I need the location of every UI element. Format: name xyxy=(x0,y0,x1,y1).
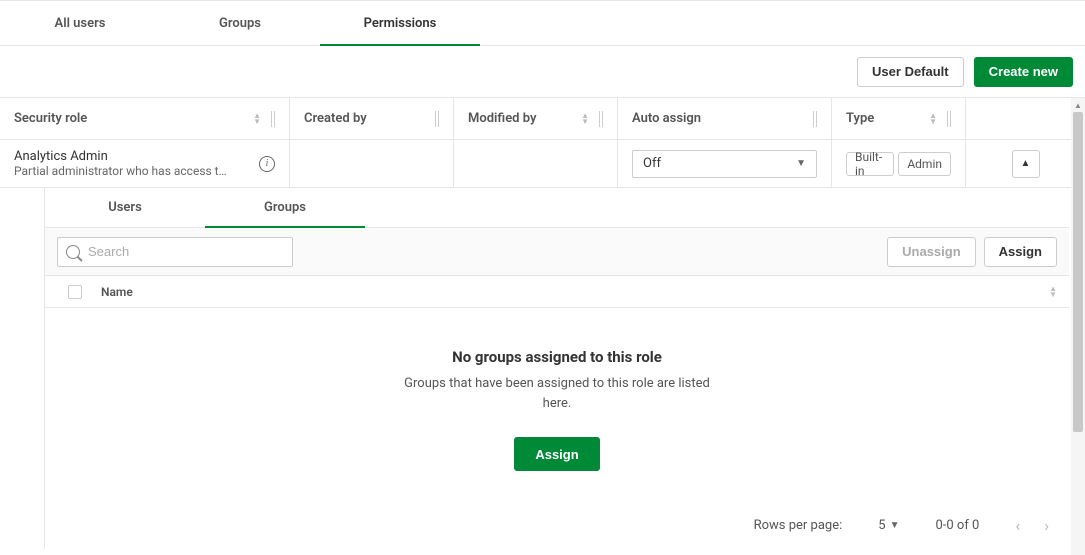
scrollbar-thumb[interactable] xyxy=(1073,112,1083,432)
cell-created-by xyxy=(290,140,454,187)
prev-page-button[interactable]: ‹ xyxy=(1015,516,1020,535)
auto-assign-select[interactable]: Off ▼ xyxy=(632,150,817,178)
action-bar: User Default Create new xyxy=(0,46,1085,98)
rows-per-page-select[interactable]: 5 ▼ xyxy=(878,518,899,533)
chevron-up-icon: ▲ xyxy=(1021,158,1031,169)
detail-panel: Users Groups Unassign Assign Name ▲▼ No … xyxy=(44,188,1069,549)
assign-button[interactable]: Assign xyxy=(984,237,1057,267)
sort-controls[interactable]: ▲▼ xyxy=(929,111,951,127)
sub-tab-users[interactable]: Users xyxy=(45,188,205,227)
scrollbar[interactable]: ▲ xyxy=(1071,98,1085,555)
column-header-type[interactable]: Type ▲▼ xyxy=(832,98,966,139)
unassign-button[interactable]: Unassign xyxy=(887,237,976,267)
column-resize-handle[interactable] xyxy=(435,111,439,127)
column-resize-handle[interactable] xyxy=(947,111,951,127)
cell-auto-assign: Off ▼ xyxy=(618,140,832,187)
empty-assign-button[interactable]: Assign xyxy=(514,437,599,471)
create-new-button[interactable]: Create new xyxy=(974,57,1073,87)
cell-modified-by xyxy=(454,140,618,187)
detail-toolbar: Unassign Assign xyxy=(45,228,1069,276)
column-label: Created by xyxy=(304,111,367,126)
column-header-security-role[interactable]: Security role ▲▼ xyxy=(0,98,290,139)
top-tabs: All users Groups Permissions xyxy=(0,0,1085,46)
pagination-nav: ‹ › xyxy=(1015,516,1049,535)
sub-tabs: Users Groups xyxy=(45,188,1069,228)
column-resize-handle[interactable] xyxy=(599,111,603,127)
sort-controls[interactable]: ▲▼ xyxy=(581,111,603,127)
grid-header-row: Security role ▲▼ Created by Modified by … xyxy=(0,98,1085,140)
scroll-up-arrow-icon[interactable]: ▲ xyxy=(1071,98,1085,112)
cell-security-role: Analytics Admin Partial administrator wh… xyxy=(0,140,290,187)
chevron-down-icon: ▼ xyxy=(890,520,900,531)
sub-tab-groups[interactable]: Groups xyxy=(205,188,365,227)
info-icon[interactable]: i xyxy=(259,156,275,172)
select-value: Off xyxy=(643,156,661,171)
empty-title: No groups assigned to this role xyxy=(65,348,1049,366)
empty-description: Groups that have been assigned to this r… xyxy=(397,374,717,413)
page-size-value: 5 xyxy=(878,518,885,533)
search-input[interactable] xyxy=(86,243,284,260)
table-row[interactable]: Analytics Admin Partial administrator wh… xyxy=(0,140,1085,188)
sort-controls[interactable] xyxy=(807,111,817,127)
sort-controls[interactable]: ▲▼ xyxy=(1049,286,1057,298)
column-header-created-by[interactable]: Created by xyxy=(290,98,454,139)
tab-permissions[interactable]: Permissions xyxy=(320,1,480,45)
column-resize-handle[interactable] xyxy=(813,111,817,127)
pagination: Rows per page: 5 ▼ 0-0 of 0 ‹ › xyxy=(45,501,1069,549)
role-name: Analytics Admin xyxy=(14,149,253,165)
column-header-actions xyxy=(966,98,1085,139)
column-header-auto-assign[interactable]: Auto assign xyxy=(618,98,832,139)
column-label: Modified by xyxy=(468,111,536,126)
tab-groups[interactable]: Groups xyxy=(160,1,320,45)
user-default-button[interactable]: User Default xyxy=(857,57,964,87)
column-label: Auto assign xyxy=(632,111,701,126)
select-all-checkbox[interactable] xyxy=(68,285,82,299)
collapse-row-button[interactable]: ▲ xyxy=(1012,150,1040,178)
chevron-down-icon: ▼ xyxy=(796,158,806,169)
rows-per-page-label: Rows per page: xyxy=(754,518,843,533)
tab-all-users[interactable]: All users xyxy=(0,1,160,45)
type-tag-admin: Admin xyxy=(898,152,951,176)
column-header-modified-by[interactable]: Modified by ▲▼ xyxy=(454,98,618,139)
column-resize-handle[interactable] xyxy=(271,111,275,127)
role-description: Partial administrator who has access t… xyxy=(14,164,244,178)
sort-controls[interactable] xyxy=(429,111,439,127)
detail-header-row: Name ▲▼ xyxy=(45,276,1069,308)
search-icon xyxy=(66,245,80,259)
empty-state: No groups assigned to this role Groups t… xyxy=(45,308,1069,501)
pagination-range: 0-0 of 0 xyxy=(935,518,979,533)
next-page-button[interactable]: › xyxy=(1044,516,1049,535)
search-box[interactable] xyxy=(57,237,293,267)
column-label: Security role xyxy=(14,111,87,126)
column-header-name[interactable]: Name xyxy=(93,285,133,299)
sort-controls[interactable]: ▲▼ xyxy=(253,111,275,127)
cell-actions: ▲ xyxy=(966,140,1085,187)
type-tag-builtin: Built-in xyxy=(846,152,894,176)
cell-type: Built-in Admin xyxy=(832,140,966,187)
column-label: Type xyxy=(846,111,874,126)
